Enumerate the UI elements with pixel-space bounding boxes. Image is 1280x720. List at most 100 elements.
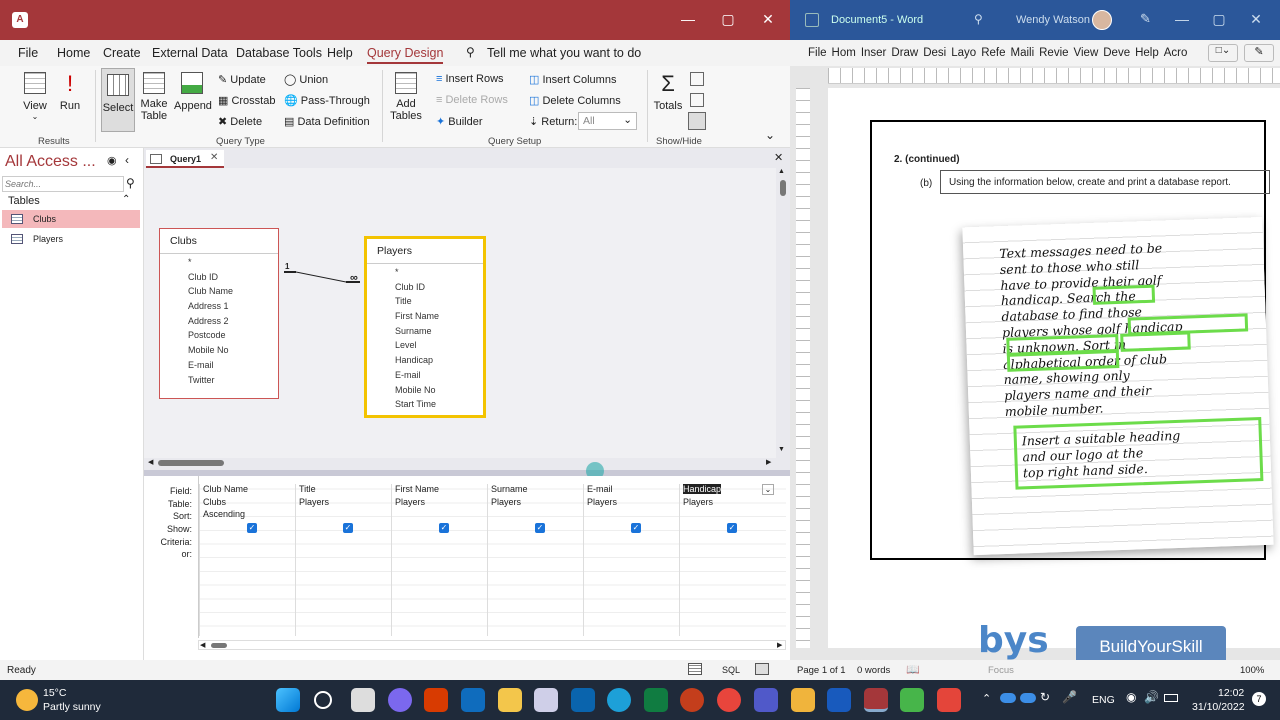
table-field[interactable]: Postcode (160, 330, 278, 345)
view-button[interactable]: View ⌄ (18, 72, 52, 121)
insert-columns-button[interactable]: ◫ Insert Columns (529, 73, 616, 86)
grid-column[interactable]: Surname Players ✓ (487, 484, 583, 636)
microphone-icon[interactable]: 🎤 (1062, 690, 1077, 704)
tab-home[interactable]: Home (57, 46, 90, 60)
sql-view-button[interactable]: SQL (722, 665, 740, 675)
scroll-thumb[interactable] (211, 643, 227, 648)
grid-column[interactable]: Title Players ✓ (295, 484, 391, 636)
close-icon[interactable]: ✕ (1236, 11, 1276, 28)
folder-icon[interactable] (791, 688, 815, 712)
grid-or-cell[interactable] (584, 547, 679, 560)
word-tab[interactable]: Inser (861, 47, 887, 59)
horizontal-scrollbar[interactable]: ◀ ▶ (146, 458, 776, 468)
table-field[interactable]: * (160, 257, 278, 272)
grid-column[interactable]: Club Name Clubs Ascending ✓ (199, 484, 295, 636)
table-field[interactable]: * (367, 267, 483, 282)
maximize-icon[interactable]: ▢ (708, 11, 748, 28)
grid-or-cell[interactable] (488, 547, 583, 560)
word-icon[interactable] (827, 688, 851, 712)
grid-column[interactable]: E-mail Players ✓ (583, 484, 679, 636)
battery-icon[interactable] (1164, 694, 1178, 702)
scroll-left-icon[interactable]: ◀ (148, 458, 153, 466)
sync-icon[interactable]: ↻ (1040, 690, 1050, 704)
make-table-button[interactable]: Make Table (139, 72, 169, 122)
table-field[interactable]: First Name (367, 311, 483, 326)
nav-menu-icon[interactable]: ◉ (107, 154, 117, 167)
focus-button[interactable]: Focus (988, 665, 1014, 676)
minimize-icon[interactable]: — (1162, 11, 1202, 27)
search-icon[interactable]: ⚲ (974, 12, 983, 26)
nav-pane-title[interactable]: All Access ... (5, 153, 96, 171)
crosstab-button[interactable]: ▦ Crosstab (218, 94, 275, 107)
scroll-left-icon[interactable]: ◀ (200, 641, 205, 649)
design-view-icon[interactable] (755, 663, 769, 675)
shutter-bar-icon[interactable]: ‹ (125, 153, 129, 167)
word-tab[interactable]: Maili (1010, 47, 1034, 59)
word-tab[interactable]: Deve (1103, 47, 1130, 59)
delete-rows-button[interactable]: ≡ Delete Rows (436, 94, 508, 106)
weather-icon[interactable] (16, 689, 38, 711)
table-field[interactable]: Start Time (367, 399, 483, 414)
volume-icon[interactable]: 🔊 (1144, 690, 1159, 704)
word-tab[interactable]: File (808, 47, 827, 59)
scroll-right-icon[interactable]: ▶ (766, 458, 771, 466)
insert-rows-button[interactable]: ≡ Insert Rows (436, 73, 504, 85)
union-button[interactable]: ◯ Union (284, 73, 328, 86)
delete-columns-button[interactable]: ◫ Delete Columns (529, 94, 621, 107)
search-icon[interactable] (314, 691, 332, 709)
page-count[interactable]: Page 1 of 1 (797, 665, 846, 676)
grid-field-cell[interactable]: First Name (392, 484, 487, 497)
show-checkbox[interactable]: ✓ (631, 523, 641, 534)
word-tab[interactable]: Layo (951, 47, 976, 59)
grid-criteria-cell[interactable] (488, 535, 583, 548)
grid-or-cell[interactable] (680, 547, 775, 560)
word-tab[interactable]: View (1074, 47, 1099, 59)
grid-or-cell[interactable] (200, 547, 295, 560)
nav-item-players[interactable]: Players (2, 230, 140, 248)
data-definition-button[interactable]: ▤ Data Definition (284, 115, 370, 128)
task-view-icon[interactable] (351, 688, 375, 712)
grid-criteria-cell[interactable] (200, 535, 295, 548)
grid-hscrollbar[interactable]: ◀ ▶ (198, 640, 786, 650)
grid-table-cell[interactable]: Players (584, 497, 679, 510)
table-field[interactable]: Surname (367, 326, 483, 341)
tab-file[interactable]: File (18, 46, 38, 60)
grid-table-cell[interactable]: Players (488, 497, 583, 510)
tab-database-tools[interactable]: Database Tools (236, 46, 322, 60)
collapse-ribbon-icon[interactable]: ⌄ (765, 128, 775, 142)
table-field[interactable]: Club Name (160, 286, 278, 301)
vertical-scrollbar[interactable]: ▲ ▼ (778, 168, 788, 458)
scroll-thumb[interactable] (780, 180, 786, 196)
tab-query1[interactable]: Query1 ✕ (146, 150, 224, 168)
word-tab[interactable]: Refe (981, 47, 1005, 59)
show-checkbox[interactable]: ✓ (343, 523, 353, 534)
word-tab[interactable]: Draw (891, 47, 918, 59)
outlook-icon[interactable] (461, 688, 485, 712)
grid-criteria-cell[interactable] (296, 535, 391, 548)
grid-table-cell[interactable]: Players (680, 497, 775, 510)
search-icon[interactable]: ⚲ (126, 176, 135, 190)
snipping-tool-icon[interactable] (534, 688, 558, 712)
close-tab-icon[interactable]: ✕ (210, 152, 218, 163)
start-icon[interactable] (276, 688, 300, 712)
grid-field-cell[interactable]: E-mail (584, 484, 679, 497)
grid-criteria-cell[interactable] (680, 535, 775, 548)
grid-criteria-cell[interactable] (584, 535, 679, 548)
weather-temp[interactable]: 15°C (43, 687, 66, 699)
grid-sort-cell[interactable] (488, 509, 583, 522)
grid-field-cell[interactable]: Handicap (680, 484, 775, 497)
grid-or-cell[interactable] (392, 547, 487, 560)
outlook-new-icon[interactable] (571, 688, 595, 712)
powerpoint-icon[interactable] (680, 688, 704, 712)
show-checkbox[interactable]: ✓ (439, 523, 449, 534)
table-field[interactable]: Club ID (160, 272, 278, 287)
zoom-level[interactable]: 100% (1240, 665, 1264, 676)
grid-or-cell[interactable] (296, 547, 391, 560)
table-field[interactable]: E-mail (160, 360, 278, 375)
scroll-thumb[interactable] (158, 460, 224, 466)
word-count[interactable]: 0 words (857, 665, 890, 676)
delete-button[interactable]: ✖ Delete (218, 115, 262, 128)
tab-help[interactable]: Help (327, 46, 353, 60)
grid-sort-cell[interactable] (584, 509, 679, 522)
clubs-table-box[interactable]: Clubs * Club ID Club Name Address 1 Address … (159, 228, 279, 399)
